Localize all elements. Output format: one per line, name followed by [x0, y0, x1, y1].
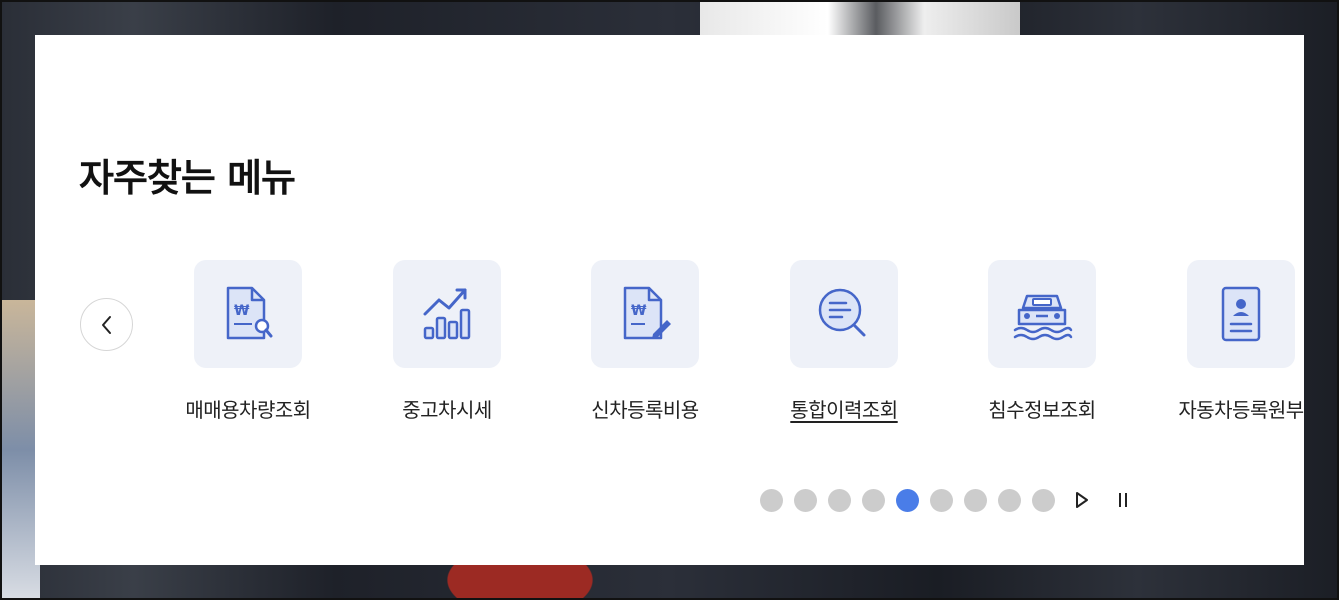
page-dot-8[interactable] [998, 488, 1021, 512]
page-dot-5[interactable] [896, 488, 919, 512]
page-dot-1[interactable] [760, 488, 783, 512]
menu-item-label: 자동차등록원부 [1178, 398, 1304, 422]
prev-slide-button[interactable] [80, 298, 133, 351]
menu-item-flood-info[interactable]: 침수정보조회 [952, 260, 1132, 430]
pause-button[interactable] [1109, 487, 1137, 513]
menu-item-integrated-history[interactable]: 통합이력조회 [754, 260, 934, 430]
icon-box [790, 260, 898, 368]
menu-item-new-car-registration-cost[interactable]: ₩ 신차등록비용 [555, 260, 735, 430]
page-dot-2[interactable] [794, 488, 817, 512]
won-document-search-icon: ₩ [226, 286, 273, 340]
menu-item-label: 침수정보조회 [988, 398, 1096, 422]
icon-box: ₩ [194, 260, 302, 368]
play-icon [1076, 492, 1088, 508]
page-dot-9[interactable] [1032, 488, 1055, 512]
section-title: 자주찾는 메뉴 [79, 156, 296, 200]
chart-trend-up-icon [423, 288, 471, 340]
id-card-document-icon [1221, 286, 1261, 342]
chevron-left-icon [101, 315, 111, 334]
page-dot-7[interactable] [964, 488, 987, 512]
menu-item-label: 통합이력조회 [790, 398, 898, 422]
page-dot-3[interactable] [828, 488, 851, 512]
pause-icon [1119, 493, 1127, 507]
menu-item-label: 중고차시세 [402, 398, 492, 422]
favorite-menu-panel: 자주찾는 메뉴 ₩ 매매용차량조회 중고차시세 ₩ 신차등록비용 통합이력조회 … [35, 35, 1304, 565]
play-button[interactable] [1068, 487, 1096, 513]
slider-pagination [760, 487, 1137, 513]
page-dot-4[interactable] [862, 488, 885, 512]
flooded-car-icon [1013, 294, 1073, 341]
menu-item-label: 신차등록비용 [591, 398, 699, 422]
menu-item-vehicle-lookup[interactable]: ₩ 매매용차량조회 [158, 260, 338, 430]
svg-text:₩: ₩ [234, 303, 250, 319]
icon-box [988, 260, 1096, 368]
svg-text:₩: ₩ [631, 303, 647, 319]
menu-item-label: 매매용차량조회 [185, 398, 311, 422]
menu-item-used-car-price[interactable]: 중고차시세 [357, 260, 537, 430]
menu-item-vehicle-registration-record[interactable]: 자동차등록원부 [1151, 260, 1304, 430]
icon-box [1187, 260, 1295, 368]
page-dot-6[interactable] [930, 488, 953, 512]
icon-box [393, 260, 501, 368]
magnifier-list-icon [818, 288, 866, 337]
icon-box: ₩ [591, 260, 699, 368]
won-document-edit-icon: ₩ [623, 286, 671, 340]
